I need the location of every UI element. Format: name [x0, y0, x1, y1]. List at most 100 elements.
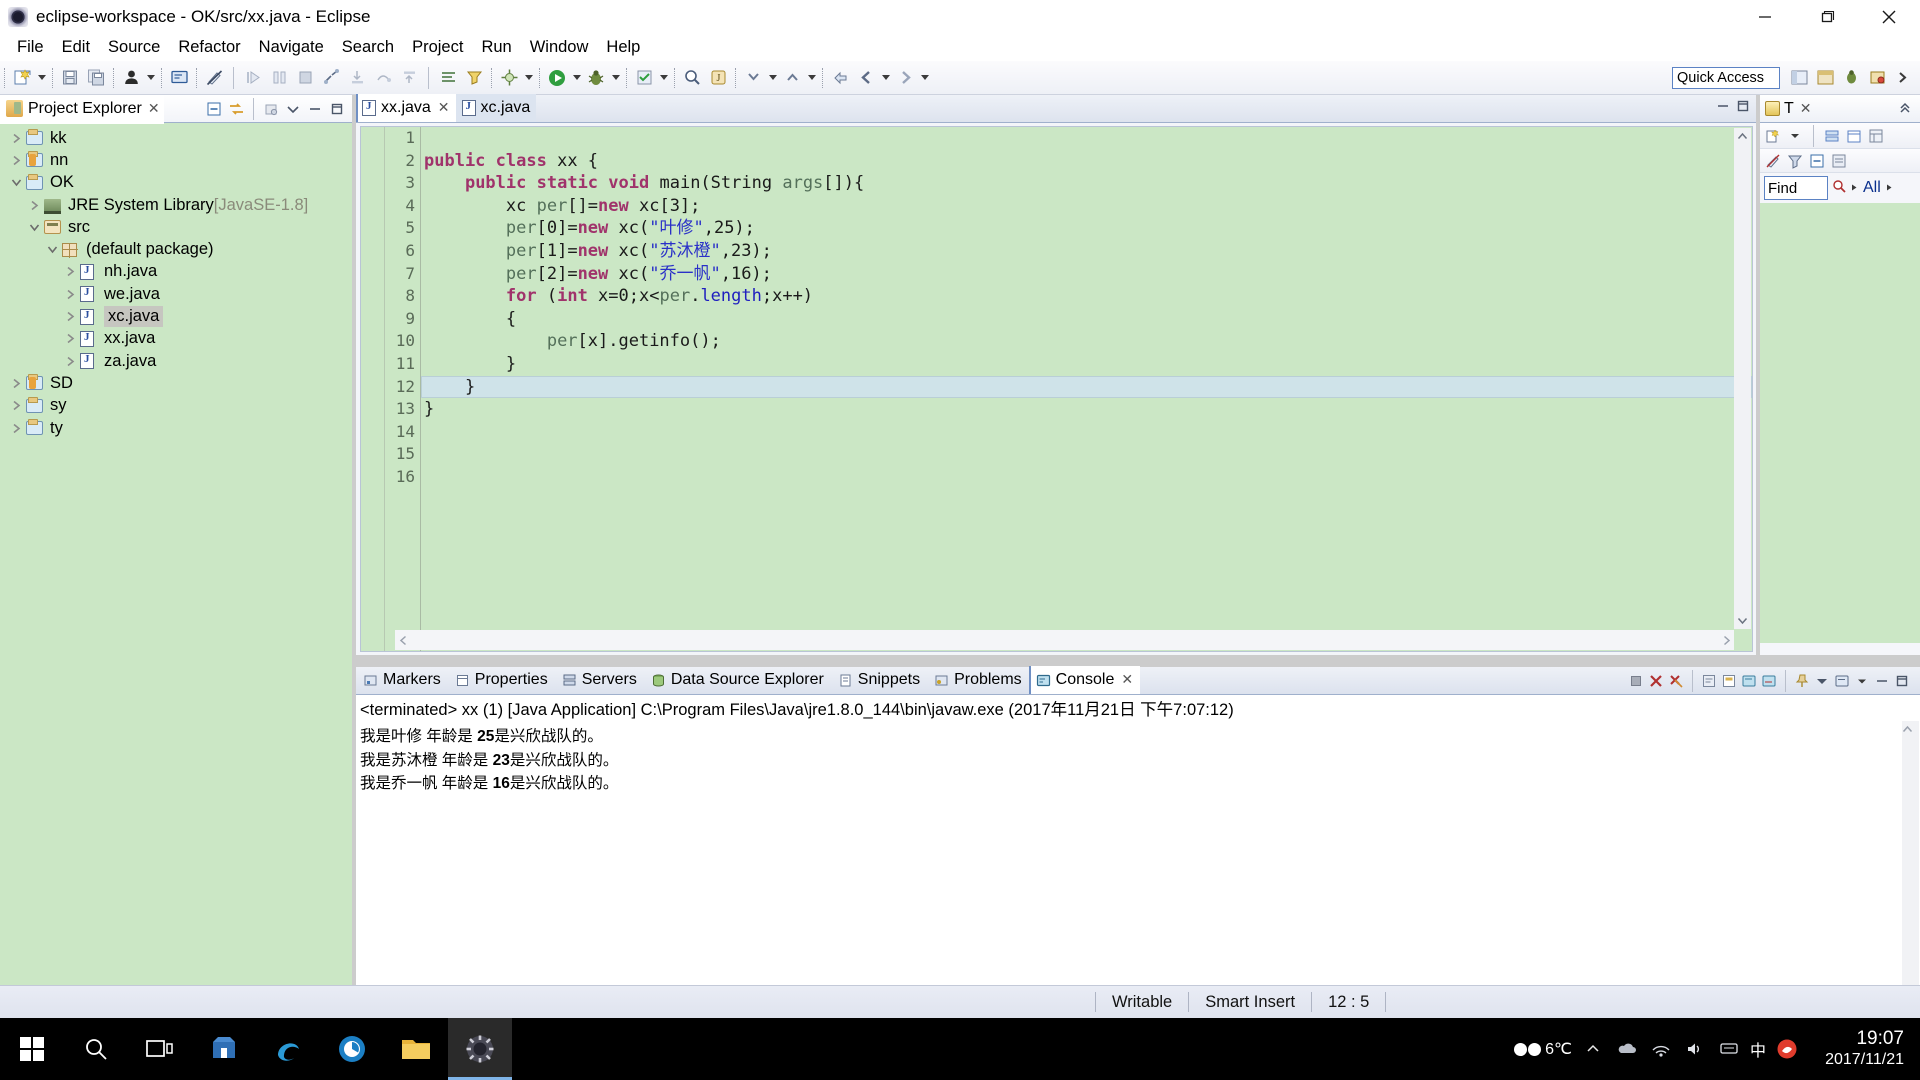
disconnect-button[interactable] — [319, 66, 343, 90]
open-console-button[interactable] — [167, 66, 191, 90]
suspend-button[interactable] — [267, 66, 291, 90]
chevron-right-icon[interactable] — [60, 311, 80, 322]
close-icon[interactable]: ✕ — [148, 101, 160, 117]
tree-item-default-package[interactable]: (default package) — [0, 238, 352, 260]
debug-button[interactable] — [584, 66, 608, 90]
chevron-down-icon[interactable] — [6, 177, 26, 188]
maximize-button[interactable] — [1796, 0, 1858, 34]
external-tools-button[interactable] — [497, 66, 521, 90]
onedrive-icon[interactable] — [1610, 1018, 1644, 1080]
scroll-lock-icon[interactable] — [1719, 670, 1739, 692]
minimize-editor-icon[interactable] — [1716, 99, 1730, 118]
sogou-ime-icon[interactable] — [1770, 1018, 1804, 1080]
quick-access-input[interactable]: Quick Access — [1672, 66, 1780, 89]
explorer-button[interactable] — [384, 1018, 448, 1080]
close-icon[interactable]: ✕ — [1800, 101, 1812, 117]
save-button[interactable] — [58, 66, 82, 90]
tab-project-explorer[interactable]: Project Explorer ✕ — [0, 94, 164, 124]
menu-refactor[interactable]: Refactor — [169, 36, 249, 59]
ime-language-indicator[interactable]: 中 — [1746, 1037, 1770, 1061]
chevron-right-icon[interactable] — [60, 333, 80, 344]
menu-edit[interactable]: Edit — [53, 36, 99, 59]
bottom-tab-properties[interactable]: Properties — [448, 666, 555, 694]
code-line[interactable] — [421, 421, 1752, 444]
editor-source-code[interactable]: public class xx { public static void mai… — [421, 127, 1752, 651]
show-console-on-output-icon[interactable] — [1739, 670, 1759, 692]
menu-source[interactable]: Source — [99, 36, 169, 59]
menu-window[interactable]: Window — [521, 36, 598, 59]
coverage-dropdown[interactable] — [657, 66, 670, 90]
store-button[interactable] — [192, 1018, 256, 1080]
step-over-button[interactable] — [371, 66, 395, 90]
console-terminate-icon[interactable] — [1626, 670, 1646, 692]
network-icon[interactable] — [1644, 1018, 1678, 1080]
find-scope-all-label[interactable]: All — [1863, 179, 1881, 197]
minimize-view-icon[interactable] — [304, 98, 326, 120]
input-indicator-icon[interactable] — [1712, 1018, 1746, 1080]
tab-task-list[interactable]: T ✕ — [1760, 95, 1815, 123]
schedule-icon[interactable] — [1844, 126, 1864, 146]
maximize-view-icon[interactable] — [326, 98, 348, 120]
console-remove-icon[interactable] — [1646, 670, 1666, 692]
editor-tab-xc-java[interactable]: xc.java — [455, 94, 537, 122]
find-search-icon[interactable] — [1832, 179, 1846, 198]
open-perspective-button[interactable] — [462, 66, 486, 90]
back-dropdown[interactable] — [879, 66, 892, 90]
code-line[interactable]: per[1]=new xc("苏沐橙",23); — [421, 240, 1752, 263]
chevron-right-icon[interactable] — [60, 266, 80, 277]
code-line[interactable] — [421, 127, 1752, 150]
code-line[interactable]: per[2]=new xc("乔一帆",16); — [421, 263, 1752, 286]
chevron-down-icon[interactable] — [24, 222, 44, 233]
step-return-button[interactable] — [397, 66, 421, 90]
new-wizard-dropdown[interactable] — [35, 66, 48, 90]
code-line[interactable]: { — [421, 308, 1752, 331]
minimize-console-icon[interactable] — [1872, 670, 1892, 692]
close-icon[interactable]: ✕ — [1121, 672, 1133, 688]
project-tree[interactable]: kk nn OK JRE System Library [JavaSE-1.8] src… — [0, 123, 352, 985]
close-button[interactable] — [1858, 0, 1920, 34]
code-line[interactable]: public class xx { — [421, 150, 1752, 173]
code-line[interactable] — [421, 443, 1752, 466]
focus-task-icon[interactable] — [1763, 151, 1783, 171]
console-view-menu-icon[interactable] — [1812, 670, 1832, 692]
chevron-right-icon[interactable] — [6, 378, 26, 389]
code-line[interactable]: xc per[]=new xc[3]; — [421, 195, 1752, 218]
chevron-right-icon[interactable] — [6, 155, 26, 166]
tree-item-jre-system-library[interactable]: JRE System Library [JavaSE-1.8] — [0, 194, 352, 216]
menu-file[interactable]: File — [8, 36, 53, 59]
code-line[interactable]: for (int x=0;x<per.length;x++) — [421, 285, 1752, 308]
taskbar-clock[interactable]: 19:07 2017/11/21 — [1804, 1018, 1916, 1080]
editor-annotation-gutter[interactable] — [361, 127, 395, 651]
debug-dropdown[interactable] — [609, 66, 622, 90]
user-dropdown[interactable] — [144, 66, 157, 90]
coverage-button[interactable] — [632, 66, 656, 90]
perspective-java-button[interactable] — [1813, 66, 1837, 90]
task-dropdown-icon[interactable] — [1785, 126, 1805, 146]
editor-horizontal-scrollbar[interactable] — [395, 630, 1734, 650]
tree-item-xx-java[interactable]: xx.java — [0, 328, 352, 350]
scope-next-arrow-icon[interactable] — [1885, 179, 1894, 197]
next-annotation-button[interactable] — [741, 66, 765, 90]
forward-dropdown[interactable] — [918, 66, 931, 90]
pin-console-icon[interactable] — [1792, 670, 1812, 692]
filter-complete-icon[interactable] — [1785, 151, 1805, 171]
code-line[interactable]: public static void main(String args[]){ — [421, 172, 1752, 195]
resume-button[interactable] — [241, 66, 265, 90]
open-type-button[interactable]: J — [706, 66, 730, 90]
code-line[interactable]: } — [421, 353, 1752, 376]
step-into-button[interactable] — [345, 66, 369, 90]
minimize-button[interactable] — [1734, 0, 1796, 34]
new-task-icon[interactable] — [1763, 126, 1783, 146]
perspective-other-button[interactable] — [1865, 66, 1889, 90]
edge-button[interactable] — [256, 1018, 320, 1080]
tree-item-src[interactable]: src — [0, 216, 352, 238]
close-icon[interactable]: ✕ — [438, 100, 450, 116]
new-wizard-button[interactable] — [10, 66, 34, 90]
menu-run[interactable]: Run — [472, 36, 520, 59]
chevron-right-icon[interactable] — [60, 356, 80, 367]
open-task-button[interactable] — [436, 66, 460, 90]
back-button[interactable] — [854, 66, 878, 90]
open-console-selector-icon[interactable] — [1832, 670, 1852, 692]
tree-item-nh-java[interactable]: nh.java — [0, 261, 352, 283]
bottom-tab-snippets[interactable]: Snippets — [831, 666, 927, 694]
